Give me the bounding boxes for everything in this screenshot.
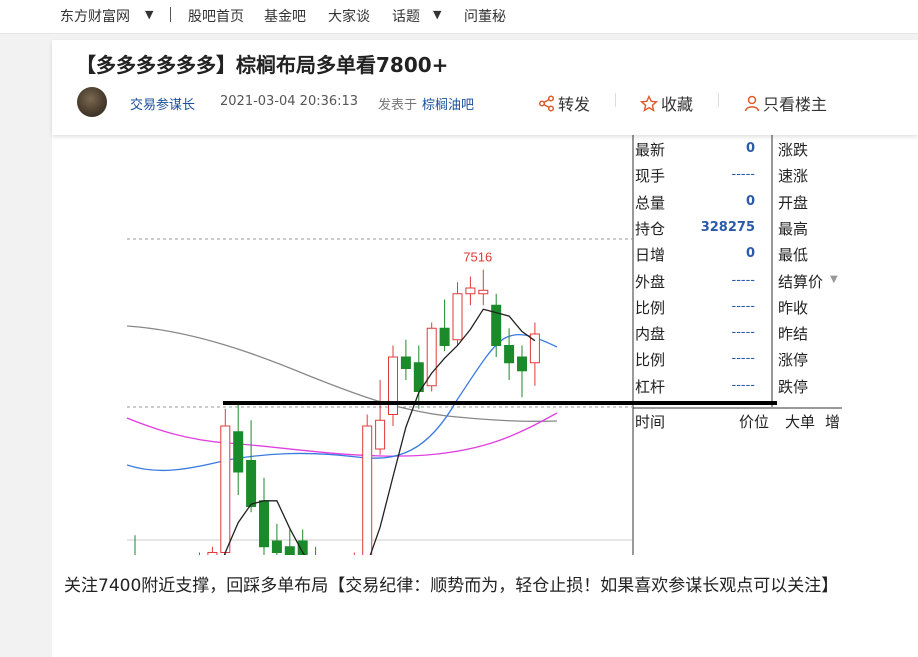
quote-label: 涨跌 bbox=[778, 141, 809, 159]
quote-value: 328275 bbox=[700, 219, 755, 235]
nav-divider bbox=[170, 7, 171, 22]
action-divider bbox=[718, 93, 719, 107]
candle-body bbox=[362, 425, 373, 555]
quote-label: 开盘 bbox=[778, 193, 809, 212]
user-icon bbox=[744, 95, 760, 111]
quote-label: 比例 bbox=[635, 298, 666, 317]
quote-label: 速涨 bbox=[778, 167, 809, 186]
nav-item-topic[interactable]: 话题 bbox=[392, 6, 420, 26]
candle-body bbox=[246, 460, 257, 507]
quote-label: 现手 bbox=[635, 167, 666, 186]
quote-label: 最低 bbox=[778, 246, 809, 265]
author-link[interactable]: 交易参谋长 bbox=[130, 94, 195, 113]
share-button[interactable]: 转发 bbox=[538, 91, 590, 115]
trade-header-time: 时间 bbox=[635, 413, 666, 431]
quote-value: ----- bbox=[731, 298, 755, 314]
quote-label: 结算价 bbox=[778, 272, 824, 291]
nav-item-fund[interactable]: 基金吧 bbox=[264, 6, 306, 26]
bar-link[interactable]: 棕榈油吧 bbox=[422, 94, 474, 113]
post-header: 【多多多多多多】棕榈布局多单看7800+ 交易参谋长 2021-03-04 20… bbox=[52, 40, 918, 135]
favorite-label: 收藏 bbox=[661, 95, 694, 114]
top-nav: 东方财富网 ▼ 股吧首页 基金吧 大家谈 话题 ▼ 问董秘 bbox=[0, 0, 918, 34]
share-icon bbox=[538, 94, 555, 112]
nav-item-talk[interactable]: 大家谈 bbox=[328, 6, 370, 26]
quote-label: 昨结 bbox=[778, 325, 809, 344]
avatar[interactable] bbox=[77, 87, 107, 117]
quote-label: 杠杆 bbox=[635, 377, 666, 396]
star-icon bbox=[640, 94, 658, 112]
candle-body bbox=[375, 419, 386, 450]
share-label: 转发 bbox=[558, 95, 591, 114]
candlestick-series bbox=[134, 269, 540, 555]
post-content: 关注7400附近支撑，回踩多单布局【交易纪律：顺势而为，轻仓止损！如果喜欢参谋长… bbox=[64, 576, 839, 596]
action-divider bbox=[615, 93, 616, 107]
quote-value: ----- bbox=[731, 325, 755, 341]
caret-down-icon[interactable]: ▼ bbox=[433, 8, 441, 21]
quote-label: 内盘 bbox=[635, 325, 666, 344]
quote-label: 昨收 bbox=[778, 298, 809, 317]
candle-body bbox=[220, 425, 231, 553]
trade-header-increase: 增 bbox=[825, 413, 841, 431]
candle-body bbox=[233, 431, 244, 473]
candle-body bbox=[259, 500, 269, 548]
quote-label: 最新 bbox=[635, 141, 666, 159]
nav-site-link[interactable]: 东方财富网 bbox=[60, 6, 130, 26]
quote-value: ----- bbox=[731, 167, 755, 183]
caret-down-icon[interactable]: ▼ bbox=[145, 8, 153, 21]
author-only-button[interactable]: 只看楼主 bbox=[744, 91, 827, 115]
quote-label: 比例 bbox=[635, 351, 666, 370]
peak-label: 7516 bbox=[463, 250, 492, 265]
candle-body bbox=[465, 287, 476, 295]
posted-in-label: 发表于 bbox=[378, 98, 418, 113]
quote-label: 总量 bbox=[635, 193, 666, 212]
candle-body bbox=[400, 356, 411, 369]
kline-chart-image: 7516 最新 0 涨跌现手 ----- 速涨总量 0 开盘持仓 328275 最高日增 0 最低外… bbox=[127, 135, 842, 555]
favorite-button[interactable]: 收藏 bbox=[640, 91, 693, 115]
candle-body bbox=[284, 546, 295, 555]
post-title: 【多多多多多多】棕榈布局多单看7800+ bbox=[76, 53, 449, 77]
quote-label: 日增 bbox=[635, 246, 666, 265]
trade-header-bigorder: 大单 bbox=[785, 413, 816, 431]
candle-body bbox=[504, 345, 515, 364]
quote-value: 0 bbox=[745, 246, 755, 262]
quote-label: 外盘 bbox=[635, 272, 666, 291]
quote-value: 0 bbox=[745, 193, 755, 209]
quote-label: 跌停 bbox=[778, 377, 809, 396]
candle-body bbox=[439, 327, 450, 346]
trade-header-price: 价位 bbox=[739, 413, 770, 431]
candle-body bbox=[207, 552, 218, 555]
quote-value: ----- bbox=[731, 272, 755, 288]
quote-value: ----- bbox=[731, 351, 755, 367]
candle-body bbox=[452, 293, 463, 341]
candle-body bbox=[388, 356, 398, 415]
candle-body bbox=[517, 356, 527, 372]
post-datetime: 2021-03-04 20:36:13 bbox=[220, 94, 359, 109]
nav-item-ask-secretary[interactable]: 问董秘 bbox=[464, 6, 506, 26]
ma-line-black bbox=[223, 308, 536, 555]
quote-label: 涨停 bbox=[778, 351, 809, 370]
caret-down-icon[interactable]: ▼ bbox=[830, 274, 838, 285]
nav-item-home[interactable]: 股吧首页 bbox=[188, 6, 244, 26]
quote-label: 最高 bbox=[778, 219, 809, 238]
post-card: 【多多多多多多】棕榈布局多单看7800+ 交易参谋长 2021-03-04 20… bbox=[52, 40, 918, 657]
author-only-label: 只看楼主 bbox=[763, 95, 828, 114]
quote-value: 0 bbox=[745, 141, 755, 156]
candle-body bbox=[271, 540, 282, 553]
candle-body bbox=[478, 289, 489, 295]
quote-value: ----- bbox=[731, 377, 755, 393]
quote-label: 持仓 bbox=[635, 219, 666, 238]
